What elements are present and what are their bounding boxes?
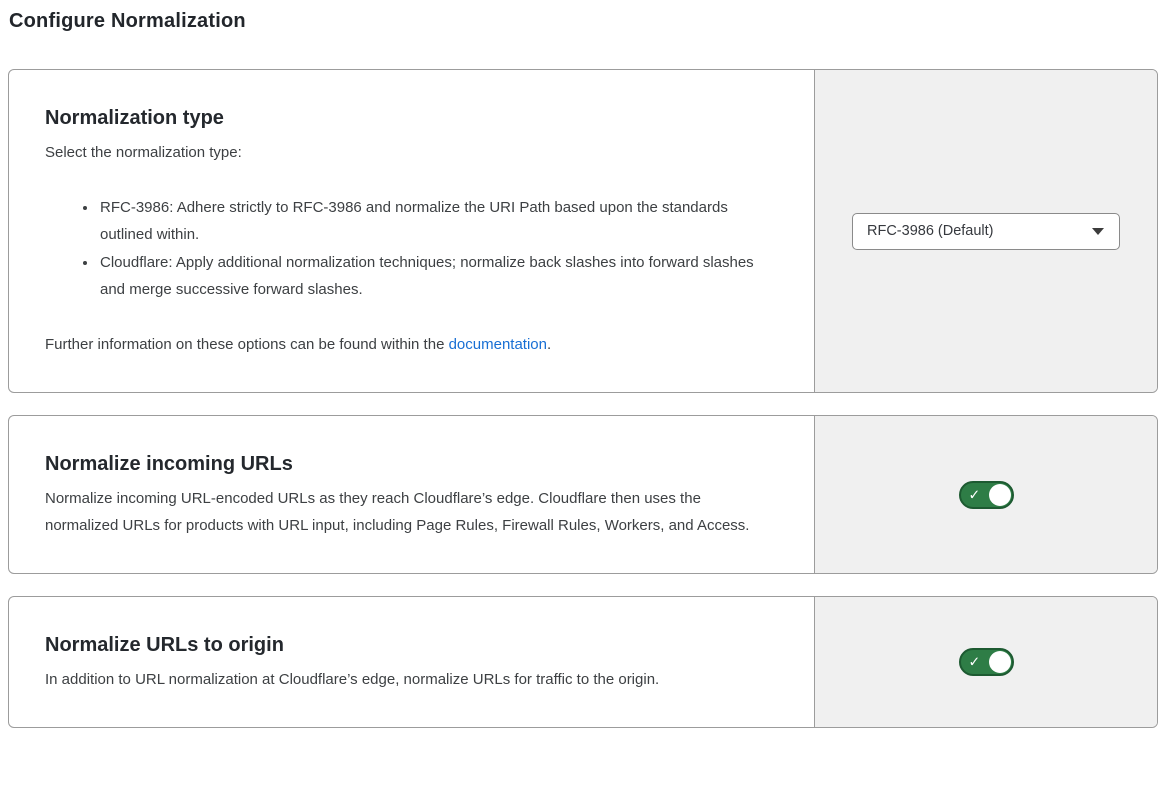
footer-text: Further information on these options can… — [45, 336, 449, 353]
normalize-incoming-urls-toggle[interactable]: ✓ — [959, 481, 1014, 509]
normalize-incoming-urls-content: Normalize incoming URLs Normalize incomi… — [9, 416, 814, 573]
card-normalize-incoming-urls: Normalize incoming URLs Normalize incomi… — [8, 415, 1158, 574]
documentation-link[interactable]: documentation — [449, 336, 547, 353]
card-normalization-type: Normalization type Select the normalizat… — [8, 69, 1158, 393]
toggle-knob — [989, 651, 1011, 673]
normalization-type-select[interactable]: RFC-3986 (Default) — [852, 213, 1120, 250]
footer-text: . — [547, 336, 551, 353]
card-normalize-urls-to-origin: Normalize URLs to origin In addition to … — [8, 596, 1158, 728]
normalize-urls-to-origin-content: Normalize URLs to origin In addition to … — [9, 597, 814, 727]
normalization-type-control-panel: RFC-3986 (Default) — [814, 70, 1157, 392]
check-icon: ✓ — [969, 655, 981, 669]
list-item: RFC-3986: Adhere strictly to RFC-3986 an… — [98, 194, 774, 248]
normalization-type-heading: Normalization type — [45, 107, 774, 130]
chevron-down-icon — [1092, 228, 1104, 235]
normalize-urls-to-origin-toggle[interactable]: ✓ — [959, 648, 1014, 676]
page-title: Configure Normalization — [9, 10, 1159, 33]
normalization-type-options-list: RFC-3986: Adhere strictly to RFC-3986 an… — [45, 194, 774, 303]
normalization-type-select-value: RFC-3986 (Default) — [867, 223, 994, 239]
normalize-incoming-urls-control-panel: ✓ — [814, 416, 1157, 573]
normalize-urls-to-origin-heading: Normalize URLs to origin — [45, 634, 774, 657]
normalization-type-footer: Further information on these options can… — [45, 331, 774, 358]
normalize-urls-to-origin-description: In addition to URL normalization at Clou… — [45, 666, 774, 693]
toggle-knob — [989, 484, 1011, 506]
configure-normalization-page: Configure Normalization Normalization ty… — [0, 0, 1167, 758]
list-item: Cloudflare: Apply additional normalizati… — [98, 249, 774, 303]
normalize-urls-to-origin-control-panel: ✓ — [814, 597, 1157, 727]
normalization-type-intro: Select the normalization type: — [45, 139, 774, 166]
check-icon: ✓ — [969, 487, 981, 501]
normalize-incoming-urls-description: Normalize incoming URL-encoded URLs as t… — [45, 485, 774, 539]
normalization-type-content: Normalization type Select the normalizat… — [9, 70, 814, 392]
normalize-incoming-urls-heading: Normalize incoming URLs — [45, 453, 774, 476]
